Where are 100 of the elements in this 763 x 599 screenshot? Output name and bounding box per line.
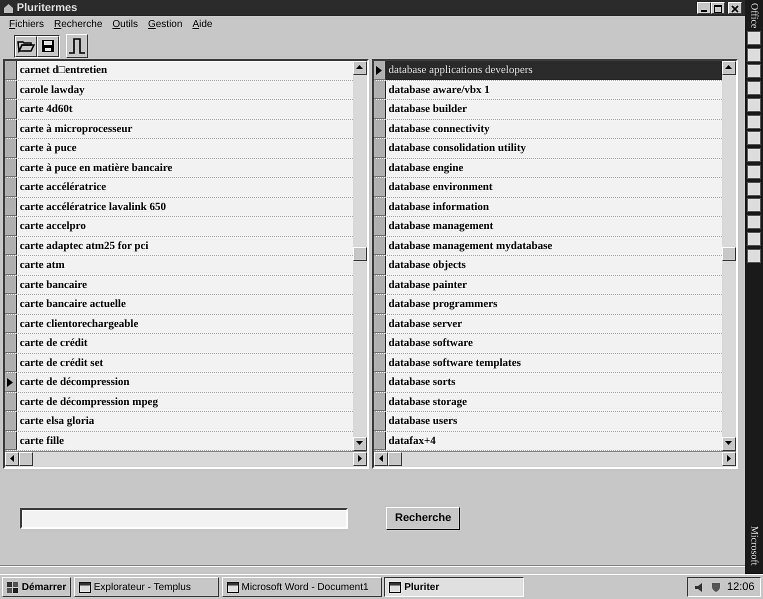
office-tool-icon[interactable] [747, 182, 761, 196]
start-button[interactable]: Démarrer [2, 577, 72, 597]
list-item[interactable]: carte fille [16, 432, 353, 450]
maximize-button[interactable] [711, 2, 726, 14]
list-item[interactable]: carte de crédit set [16, 354, 353, 372]
row-marker[interactable] [4, 392, 17, 411]
row-marker[interactable] [374, 217, 386, 236]
row-marker[interactable] [374, 295, 386, 314]
list-item[interactable]: database sorts [386, 373, 722, 392]
row-marker[interactable] [374, 158, 386, 177]
scroll-right-icon[interactable] [352, 452, 367, 466]
list-item[interactable]: carte à puce en matière bancaire [16, 158, 353, 177]
office-tool-icon[interactable] [747, 131, 761, 146]
row-marker[interactable] [374, 334, 386, 352]
row-marker[interactable] [4, 178, 17, 196]
row-marker[interactable] [374, 392, 386, 411]
row-marker[interactable] [374, 412, 386, 430]
list-item[interactable]: carte de décompression [16, 373, 353, 392]
menu-item[interactable]: Outils [107, 17, 143, 32]
scroll-thumb[interactable] [352, 247, 367, 261]
scroll-thumb[interactable] [722, 247, 736, 261]
list-item[interactable]: database users [386, 412, 722, 430]
row-marker[interactable] [4, 314, 17, 333]
horizontal-scrollbar[interactable] [374, 451, 736, 467]
minimize-button[interactable] [697, 2, 712, 14]
row-marker[interactable] [374, 256, 386, 274]
pulse-icon[interactable] [66, 34, 88, 58]
office-tool-icon[interactable] [747, 114, 761, 129]
taskbar-button[interactable]: Microsoft Word - Document1 [222, 577, 382, 597]
list-item[interactable]: datafax+4 [386, 432, 722, 450]
list-item[interactable]: carte à puce [16, 139, 353, 158]
list-item[interactable]: carte adaptec atm25 for pci [16, 236, 353, 255]
close-button[interactable] [728, 2, 742, 14]
office-tool-icon[interactable] [747, 30, 761, 45]
scroll-down-icon[interactable] [352, 437, 367, 451]
office-tool-icon[interactable] [747, 215, 761, 230]
row-marker[interactable] [4, 139, 17, 158]
list-item[interactable]: carte de crédit [16, 334, 353, 352]
row-marker[interactable] [4, 334, 17, 352]
search-button[interactable]: Recherche [386, 507, 460, 530]
row-marker[interactable] [374, 120, 386, 138]
list-item[interactable]: database painter [386, 276, 722, 294]
office-tool-icon[interactable] [747, 248, 761, 263]
office-tool-icon[interactable] [747, 232, 761, 246]
office-tool-icon[interactable] [747, 48, 761, 62]
list-item[interactable]: carte clientorechargeable [16, 314, 353, 333]
menu-item[interactable]: Gestion [142, 17, 188, 32]
menu-item[interactable]: Recherche [49, 17, 108, 32]
row-marker[interactable] [374, 432, 386, 450]
list-item[interactable]: carte 4d60t [16, 100, 353, 118]
vertical-scrollbar[interactable] [352, 61, 367, 451]
row-marker[interactable] [374, 236, 386, 255]
row-marker[interactable] [374, 276, 386, 294]
taskbar-button[interactable]: Explorateur - Templus [74, 577, 219, 597]
list-item[interactable]: database applications developers [386, 61, 722, 80]
shield-icon[interactable] [711, 582, 722, 592]
list-item[interactable]: carte accelpro [16, 217, 353, 236]
row-marker[interactable] [4, 256, 17, 274]
list-item[interactable]: carnet d□entretien [16, 61, 353, 80]
row-marker[interactable] [4, 354, 17, 372]
row-marker[interactable] [374, 100, 386, 118]
row-marker[interactable] [374, 354, 386, 372]
row-marker[interactable] [374, 314, 386, 333]
list-item[interactable]: database consolidation utility [386, 139, 722, 158]
list-item[interactable]: database programmers [386, 295, 722, 314]
scroll-up-icon[interactable] [352, 61, 367, 75]
row-marker[interactable] [374, 198, 386, 216]
vertical-scrollbar[interactable] [722, 61, 736, 451]
row-marker[interactable] [4, 198, 17, 216]
row-marker[interactable] [4, 295, 17, 314]
row-marker[interactable] [374, 80, 386, 99]
menu-item[interactable]: Fichiers [4, 17, 50, 32]
list-item[interactable]: database information [386, 198, 722, 216]
scroll-down-icon[interactable] [722, 437, 736, 451]
list-item[interactable]: database software templates [386, 354, 722, 372]
row-marker[interactable] [4, 80, 17, 99]
row-marker[interactable] [374, 61, 386, 80]
row-marker[interactable] [4, 373, 17, 392]
list-item[interactable]: database storage [386, 392, 722, 411]
taskbar-button[interactable]: Pluriter [384, 577, 524, 597]
list-item[interactable]: database builder [386, 100, 722, 118]
office-tool-icon[interactable] [747, 198, 761, 212]
list-item[interactable]: carte de décompression mpeg [16, 392, 353, 411]
row-marker[interactable] [374, 178, 386, 196]
horizontal-scrollbar[interactable] [4, 451, 367, 467]
office-tool-icon[interactable] [747, 98, 761, 112]
row-marker[interactable] [4, 432, 17, 450]
scroll-left-icon[interactable] [4, 452, 19, 466]
list-item[interactable]: carte atm [16, 256, 353, 274]
row-marker[interactable] [374, 373, 386, 392]
list-item[interactable]: carte accélératrice [16, 178, 353, 196]
office-tool-icon[interactable] [747, 148, 761, 162]
list-item[interactable]: carte accélératrice lavalink 650 [16, 198, 353, 216]
row-marker[interactable] [4, 236, 17, 255]
save-icon[interactable] [37, 36, 59, 56]
row-marker[interactable] [4, 61, 17, 80]
list-item[interactable]: database connectivity [386, 120, 722, 138]
scroll-right-icon[interactable] [722, 452, 736, 466]
scroll-up-icon[interactable] [722, 61, 736, 75]
list-item[interactable]: database engine [386, 158, 722, 177]
